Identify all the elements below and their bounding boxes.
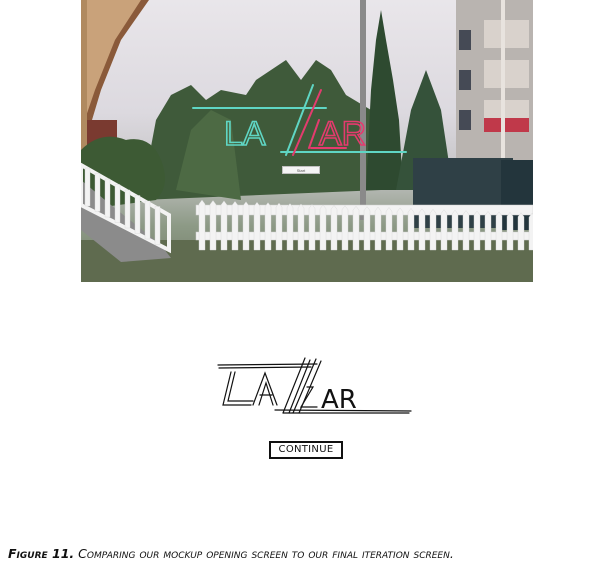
mockup-logo-right-text: AR [321, 385, 357, 415]
start-button[interactable]: Start [282, 166, 320, 174]
ar-logo-right-text: AR [319, 115, 366, 153]
mockup-logo-left-text: LA [213, 355, 215, 356]
final-screen-photo: LA AR Start [81, 0, 533, 282]
mockup-logo-sketch: AR LA [213, 355, 412, 415]
figure-caption-text: Comparing our mockup opening screen to o… [78, 546, 454, 561]
continue-button[interactable]: CONTINUE [269, 441, 343, 459]
ar-logo-left-text: LA [224, 115, 266, 153]
figure-label: Figure 11. [8, 546, 75, 561]
mockup-screen: AR LA CONTINUE [213, 355, 417, 465]
figure-caption: Figure 11. Comparing our mockup opening … [8, 546, 614, 561]
ar-scene-illustration: LA AR [81, 0, 533, 282]
